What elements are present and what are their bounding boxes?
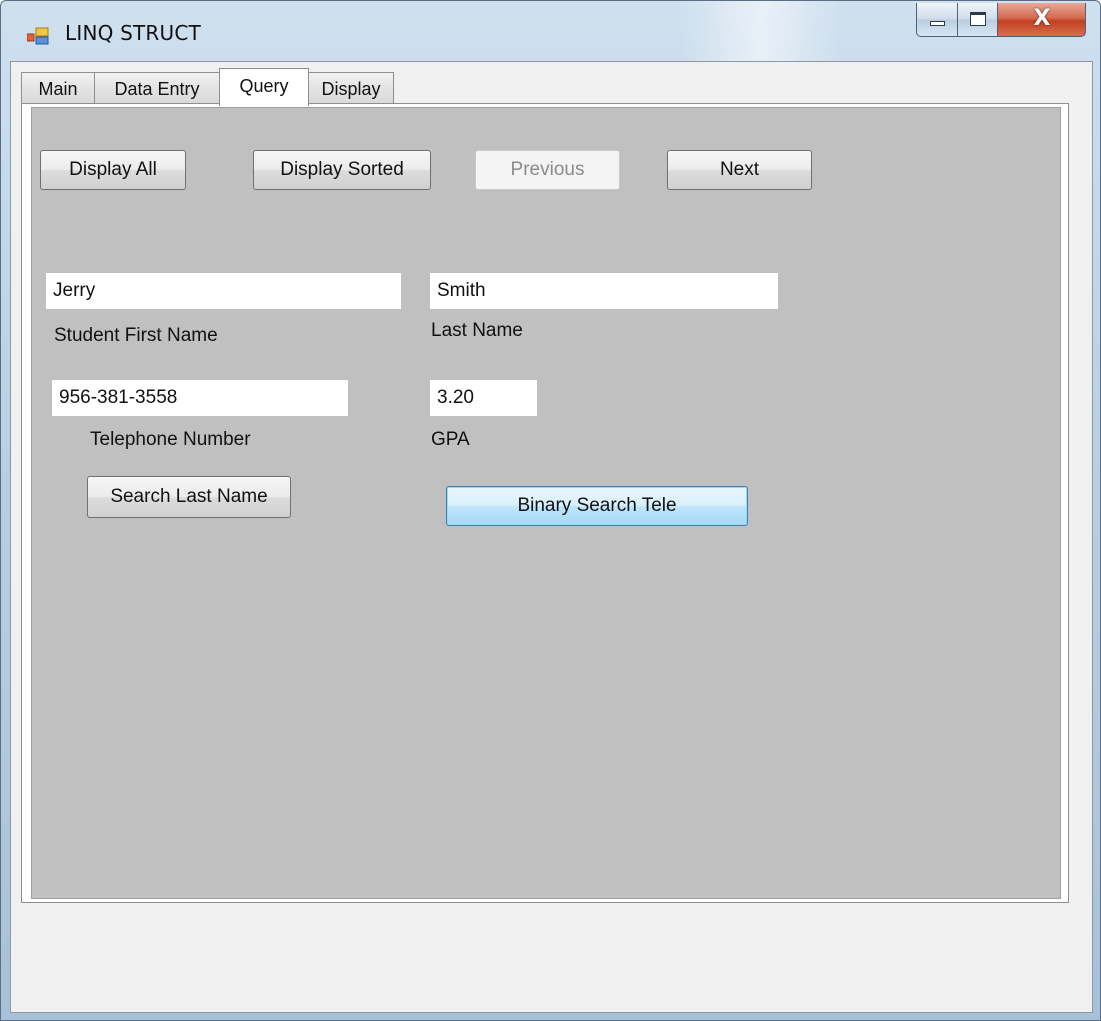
display-sorted-button[interactable]: Display Sorted xyxy=(253,150,431,190)
window-title: LINQ STRUCT xyxy=(65,21,201,45)
first-name-label: Student First Name xyxy=(54,325,218,346)
last-name-input[interactable] xyxy=(430,273,778,309)
minimize-button[interactable] xyxy=(916,3,958,37)
first-name-input[interactable] xyxy=(46,273,401,309)
gpa-input[interactable] xyxy=(430,380,537,416)
tab-display[interactable]: Display xyxy=(308,72,394,104)
app-window: LINQ STRUCT X Main Data Entry Query Disp… xyxy=(0,0,1101,1021)
telephone-input[interactable] xyxy=(52,380,348,416)
search-last-name-button[interactable]: Search Last Name xyxy=(87,476,291,518)
last-name-label: Last Name xyxy=(431,320,523,341)
display-all-button[interactable]: Display All xyxy=(40,150,186,190)
maximize-button[interactable] xyxy=(958,3,998,37)
previous-button[interactable]: Previous xyxy=(475,150,620,190)
binary-search-tele-button[interactable]: Binary Search Tele xyxy=(446,486,748,526)
form-client-area: Main Data Entry Query Display Display Al… xyxy=(10,61,1093,1013)
query-panel: Display All Display Sorted Previous Next… xyxy=(31,107,1061,899)
gpa-label: GPA xyxy=(431,429,470,450)
title-bar-glow xyxy=(681,1,841,61)
title-bar[interactable]: LINQ STRUCT X xyxy=(1,1,1100,61)
telephone-label: Telephone Number xyxy=(90,429,251,450)
tab-query[interactable]: Query xyxy=(219,68,309,106)
close-icon: X xyxy=(1033,6,1051,31)
tab-data-entry[interactable]: Data Entry xyxy=(94,72,220,104)
query-tab-page: Display All Display Sorted Previous Next… xyxy=(21,103,1069,903)
caption-buttons: X xyxy=(916,3,1091,37)
app-form-icon xyxy=(27,27,49,45)
minimize-icon xyxy=(930,21,945,26)
close-button[interactable]: X xyxy=(998,3,1086,37)
maximize-icon xyxy=(970,12,986,26)
tab-main[interactable]: Main xyxy=(21,72,95,104)
next-button[interactable]: Next xyxy=(667,150,812,190)
